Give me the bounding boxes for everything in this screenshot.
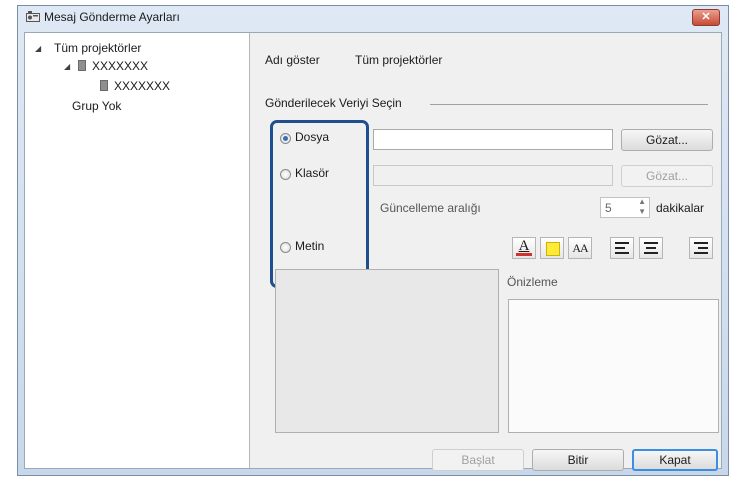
collapse-arrow-icon[interactable]: ◢ xyxy=(64,62,70,71)
folder-path-input[interactable] xyxy=(373,165,613,186)
preview-label: Önizleme xyxy=(507,275,558,289)
interval-label: Güncelleme aralığı xyxy=(380,201,481,215)
tree-item-no-group[interactable]: Grup Yok xyxy=(72,99,121,113)
spin-down-icon[interactable]: ▼ xyxy=(638,207,646,216)
name-label: Adı göster xyxy=(265,53,320,67)
projector-icon xyxy=(78,60,86,71)
fill-color-button[interactable] xyxy=(540,237,564,259)
finish-button[interactable]: Bitir xyxy=(532,449,624,471)
projector-icon xyxy=(100,80,108,91)
align-left-button[interactable] xyxy=(610,237,634,259)
interval-value[interactable]: 5 xyxy=(605,201,612,215)
interval-spinner[interactable]: 5 ▲ ▼ xyxy=(600,197,650,218)
projector-icon xyxy=(26,11,40,22)
fill-color-icon xyxy=(546,242,560,256)
file-path-input[interactable] xyxy=(373,129,613,150)
tree-item-projector[interactable]: XXXXXXX xyxy=(114,79,170,93)
section-title: Gönderilecek Veriyi Seçin xyxy=(265,96,402,110)
preview-pane xyxy=(508,299,719,433)
tree-item-all-projectors[interactable]: Tüm projektörler xyxy=(54,41,141,55)
align-right-button[interactable] xyxy=(689,237,713,259)
close-button[interactable]: Kapat xyxy=(632,449,718,471)
folder-browse-button[interactable]: Gözat... xyxy=(621,165,713,187)
spin-up-icon[interactable]: ▲ xyxy=(638,197,646,206)
start-button[interactable]: Başlat xyxy=(432,449,524,471)
window-title: Mesaj Gönderme Ayarları xyxy=(44,10,180,24)
section-divider xyxy=(430,104,708,105)
message-settings-window: Mesaj Gönderme Ayarları ✕ ◢ Tüm projektö… xyxy=(17,5,729,476)
tree-item-group[interactable]: XXXXXXX xyxy=(92,59,148,73)
message-text-area[interactable] xyxy=(275,269,499,433)
client-area: ◢ Tüm projektörler ◢ XXXXXXX XXXXXXX Gru… xyxy=(24,32,722,471)
name-value: Tüm projektörler xyxy=(355,53,443,67)
collapse-arrow-icon[interactable]: ◢ xyxy=(35,44,41,53)
font-color-icon: A xyxy=(518,238,530,254)
projector-tree[interactable]: ◢ Tüm projektörler ◢ XXXXXXX XXXXXXX Gru… xyxy=(25,33,250,468)
align-left-icon xyxy=(615,242,629,254)
align-right-icon xyxy=(694,242,708,254)
title-bar[interactable]: Mesaj Gönderme Ayarları ✕ xyxy=(18,6,728,28)
file-browse-button[interactable]: Gözat... xyxy=(621,129,713,151)
align-center-icon xyxy=(644,242,658,254)
font-size-button[interactable]: AA xyxy=(568,237,592,259)
font-size-icon: AA xyxy=(572,241,588,255)
close-window-button[interactable]: ✕ xyxy=(692,9,720,26)
font-color-button[interactable]: A xyxy=(512,237,536,259)
interval-unit: dakikalar xyxy=(656,201,705,215)
align-center-button[interactable] xyxy=(639,237,663,259)
options-highlight-box xyxy=(270,120,369,288)
